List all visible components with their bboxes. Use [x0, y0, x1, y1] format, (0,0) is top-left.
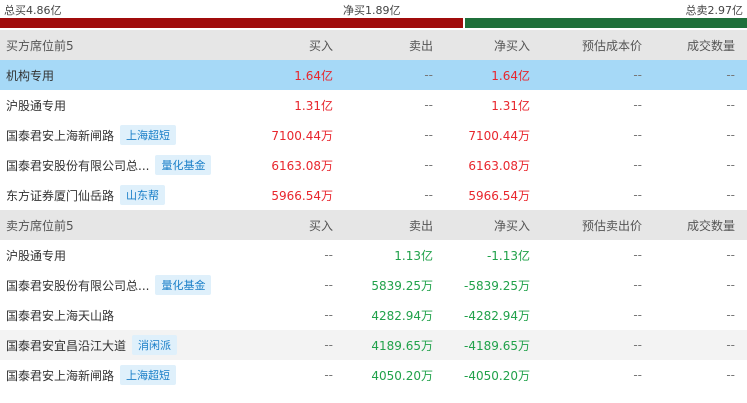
buy-amount: 1.31亿 — [294, 98, 333, 113]
total-buy-label: 总买4.86亿 — [4, 4, 62, 17]
net-amount: 5966.54万 — [468, 188, 530, 203]
sell-amount: 4282.94万 — [371, 308, 433, 323]
volume: -- — [726, 308, 735, 322]
volume: -- — [726, 368, 735, 382]
table-row[interactable]: 东方证券厦门仙岳路 山东帮 5966.54万 -- 5966.54万 -- -- — [0, 180, 747, 210]
buy-amount: 7100.44万 — [271, 128, 333, 143]
volume: -- — [726, 68, 735, 82]
volume: -- — [726, 188, 735, 202]
seat-name[interactable]: 国泰君安上海新闸路 — [6, 367, 114, 384]
net-amount: -1.13亿 — [486, 248, 530, 263]
header-net: 净买入 — [493, 218, 530, 233]
header-volume: 成交数量 — [686, 38, 735, 53]
est-price: -- — [633, 338, 642, 352]
est-price: -- — [633, 308, 642, 322]
volume: -- — [726, 338, 735, 352]
header-cost: 预估成本价 — [581, 38, 642, 53]
header-buy: 买入 — [308, 38, 333, 53]
est-price: -- — [633, 368, 642, 382]
volume: -- — [726, 278, 735, 292]
table-row[interactable]: 国泰君安股份有限公司总... 量化基金 -- 5839.25万 -5839.25万… — [0, 270, 747, 300]
buy-section-header: 买方席位前5 买入 卖出 净买入 预估成本价 成交数量 — [0, 30, 747, 60]
volume: -- — [726, 248, 735, 262]
seat-name[interactable]: 国泰君安宜昌沿江大道 — [6, 337, 126, 354]
header-volume: 成交数量 — [686, 218, 735, 233]
est-price: -- — [633, 248, 642, 262]
header-price: 预估卖出价 — [581, 218, 642, 233]
buy-amount: -- — [324, 308, 333, 322]
seat-name[interactable]: 东方证券厦门仙岳路 — [6, 187, 114, 204]
buy-amount: 6163.08万 — [271, 158, 333, 173]
buy-amount: -- — [324, 368, 333, 382]
sell-amount: 4050.20万 — [371, 368, 433, 383]
buy-amount: -- — [324, 248, 333, 262]
header-seat: 卖方席位前5 — [6, 218, 74, 233]
est-cost: -- — [633, 158, 642, 172]
seat-tag[interactable]: 量化基金 — [155, 155, 212, 175]
seat-tag[interactable]: 山东帮 — [120, 185, 166, 205]
net-amount: -4282.94万 — [464, 308, 530, 323]
header-net: 净买入 — [493, 38, 530, 53]
header-buy: 买入 — [308, 218, 333, 233]
sell-amount: 1.13亿 — [394, 248, 433, 263]
seat-name[interactable]: 沪股通专用 — [6, 247, 66, 264]
est-cost: -- — [633, 128, 642, 142]
sell-amount: -- — [424, 98, 433, 112]
header-sell: 卖出 — [408, 218, 433, 233]
net-amount: -5839.25万 — [464, 278, 530, 293]
buy-amount: 5966.54万 — [271, 188, 333, 203]
sell-ratio-fill — [465, 18, 747, 28]
est-cost: -- — [633, 188, 642, 202]
buy-amount: -- — [324, 278, 333, 292]
total-sell-label: 总卖2.97亿 — [685, 4, 744, 17]
net-amount: -4189.65万 — [464, 338, 530, 353]
seat-name[interactable]: 国泰君安上海新闸路 — [6, 127, 114, 144]
table-row[interactable]: 国泰君安上海天山路 -- 4282.94万 -4282.94万 -- -- — [0, 300, 747, 330]
net-amount: 1.64亿 — [491, 68, 530, 83]
sell-section-header: 卖方席位前5 买入 卖出 净买入 预估卖出价 成交数量 — [0, 210, 747, 240]
net-amount: -4050.20万 — [464, 368, 530, 383]
sell-amount: -- — [424, 158, 433, 172]
seat-tag[interactable]: 上海超短 — [120, 125, 177, 145]
buy-amount: -- — [324, 338, 333, 352]
seat-name[interactable]: 国泰君安股份有限公司总... — [6, 157, 149, 174]
sell-amount: 4189.65万 — [371, 338, 433, 353]
buy-sell-ratio-bar — [0, 18, 747, 28]
table-row[interactable]: 沪股通专用 -- 1.13亿 -1.13亿 -- -- — [0, 240, 747, 270]
net-amount: 7100.44万 — [468, 128, 530, 143]
table-row[interactable]: 国泰君安股份有限公司总... 量化基金 6163.08万 -- 6163.08万 … — [0, 150, 747, 180]
header-sell: 卖出 — [408, 38, 433, 53]
volume: -- — [726, 128, 735, 142]
seat-name[interactable]: 机构专用 — [6, 67, 54, 84]
net-amount: 6163.08万 — [468, 158, 530, 173]
net-amount: 1.31亿 — [491, 98, 530, 113]
table-row[interactable]: 机构专用 1.64亿 -- 1.64亿 -- -- — [0, 60, 747, 90]
table-row[interactable]: 国泰君安宜昌沿江大道 消闲派 -- 4189.65万 -4189.65万 -- -… — [0, 330, 747, 360]
seat-tag[interactable]: 消闲派 — [132, 335, 178, 355]
est-price: -- — [633, 278, 642, 292]
seat-name[interactable]: 沪股通专用 — [6, 97, 66, 114]
net-buy-label: 净买1.89亿 — [343, 4, 401, 17]
table-row[interactable]: 沪股通专用 1.31亿 -- 1.31亿 -- -- — [0, 90, 747, 120]
est-cost: -- — [633, 68, 642, 82]
seat-tag[interactable]: 量化基金 — [155, 275, 212, 295]
volume: -- — [726, 98, 735, 112]
buy-amount: 1.64亿 — [294, 68, 333, 83]
sell-amount: -- — [424, 188, 433, 202]
table-row[interactable]: 国泰君安上海新闸路 上海超短 -- 4050.20万 -4050.20万 -- -… — [0, 360, 747, 390]
header-seat: 买方席位前5 — [6, 38, 74, 53]
buy-ratio-fill — [0, 18, 464, 28]
sell-amount: -- — [424, 128, 433, 142]
seat-tag[interactable]: 上海超短 — [120, 365, 177, 385]
est-cost: -- — [633, 98, 642, 112]
sell-amount: -- — [424, 68, 433, 82]
seat-name[interactable]: 国泰君安上海天山路 — [6, 307, 114, 324]
seat-name[interactable]: 国泰君安股份有限公司总... — [6, 277, 149, 294]
summary-bar: 总买4.86亿 净买1.89亿 总卖2.97亿 — [0, 0, 747, 30]
sell-amount: 5839.25万 — [371, 278, 433, 293]
table-row[interactable]: 国泰君安上海新闸路 上海超短 7100.44万 -- 7100.44万 -- -- — [0, 120, 747, 150]
volume: -- — [726, 158, 735, 172]
